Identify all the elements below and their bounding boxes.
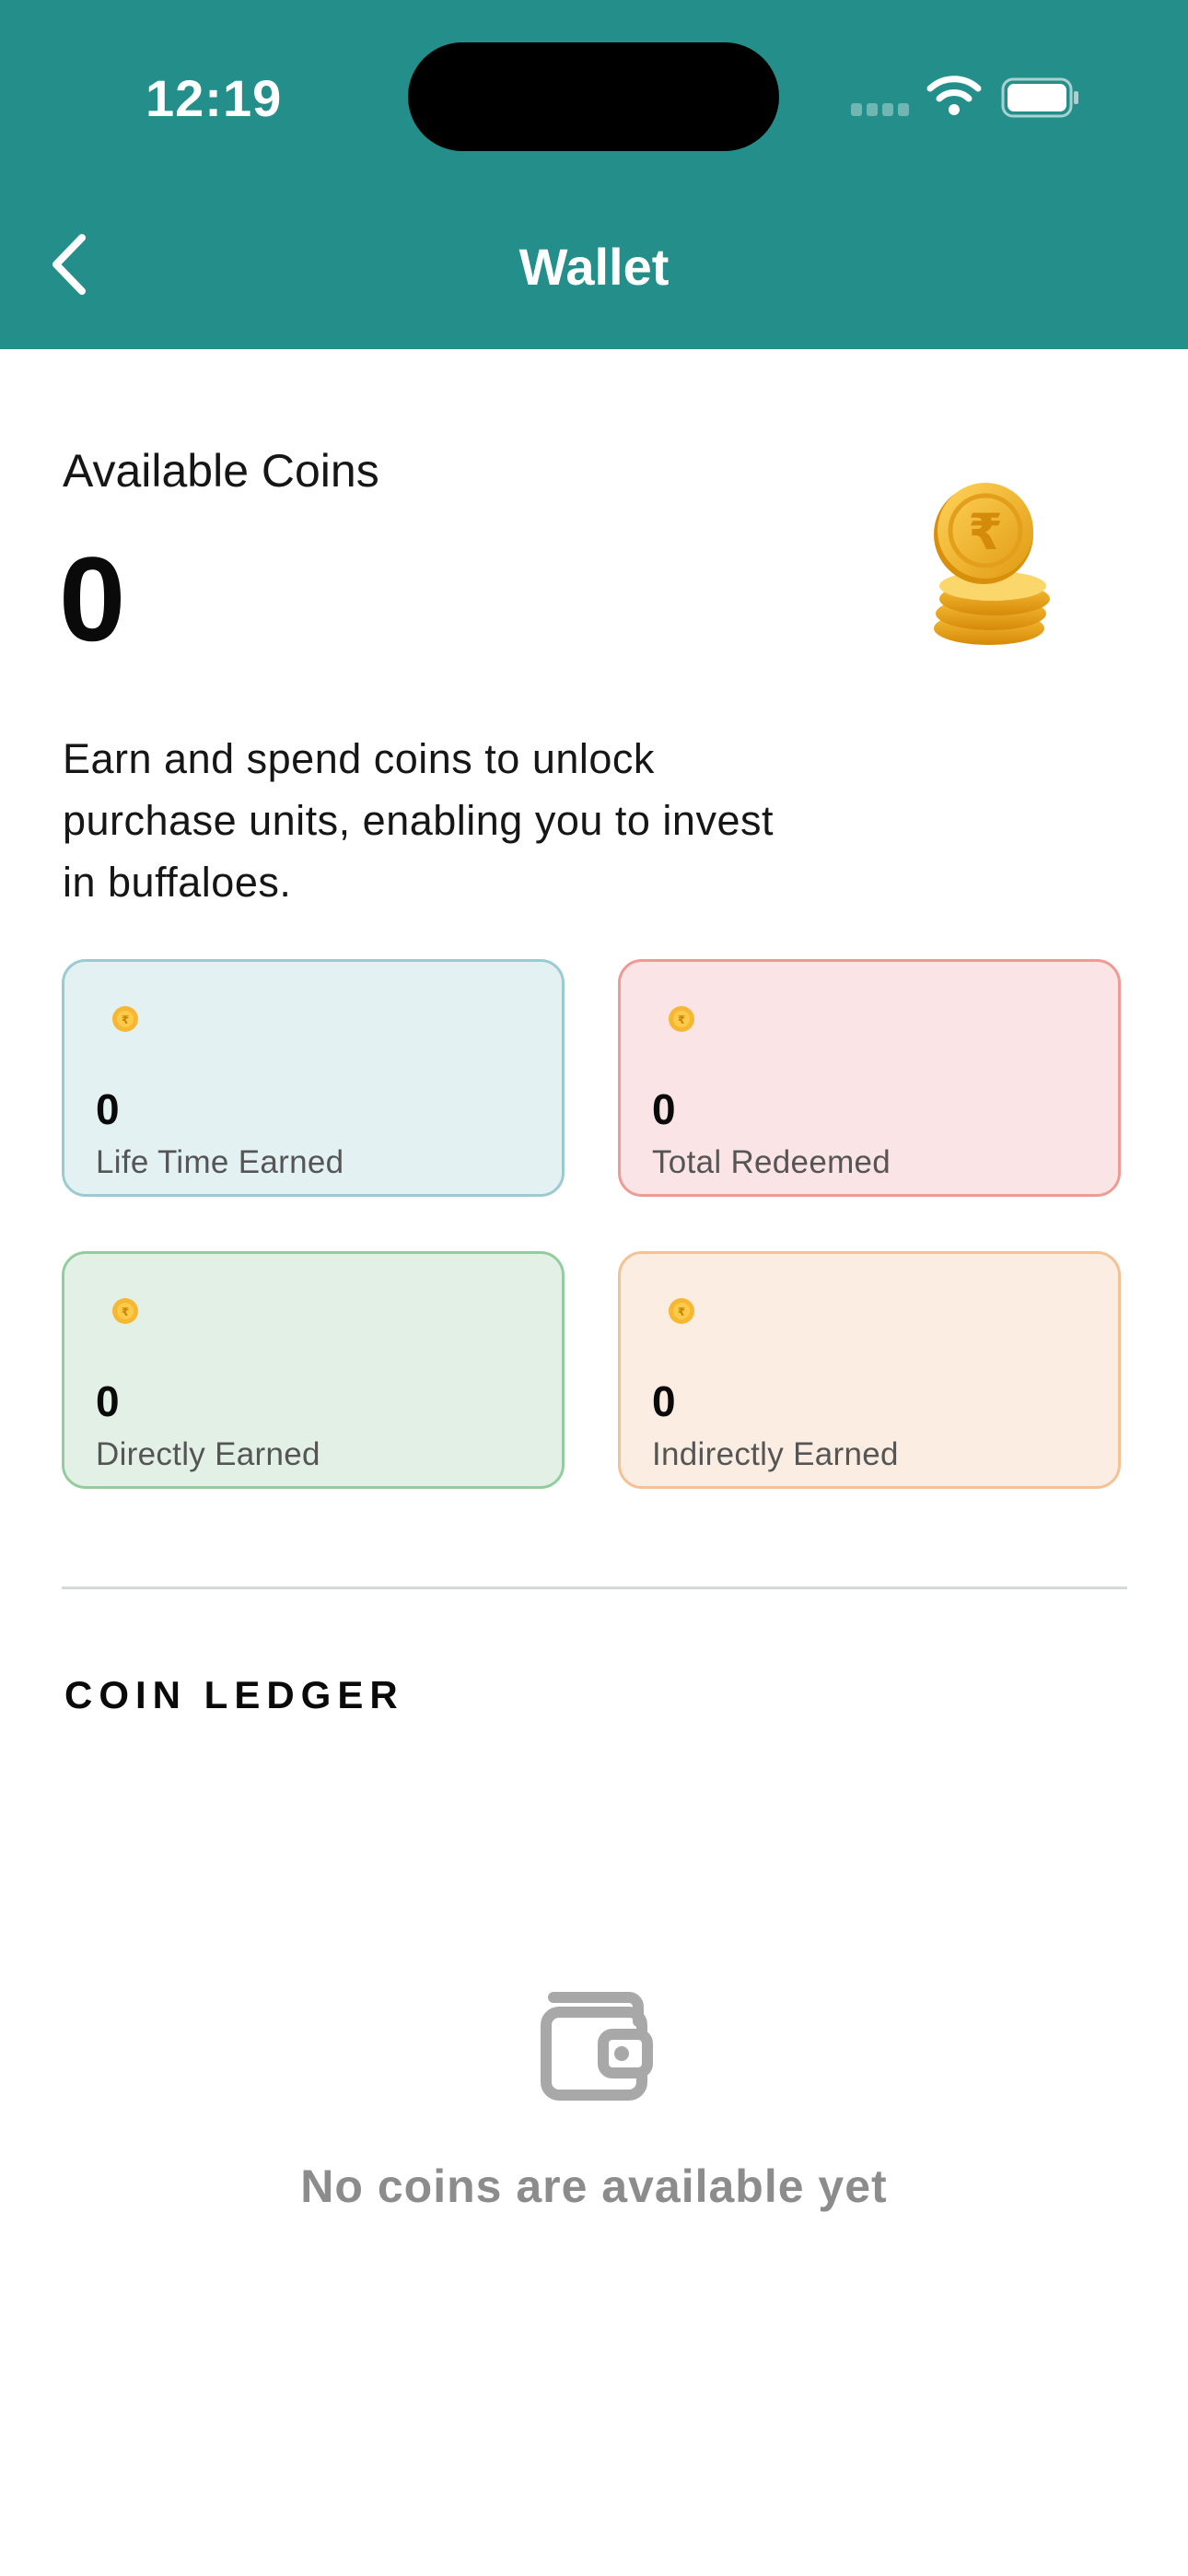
wallet-icon <box>541 1992 653 2101</box>
wallet-description: Earn and spend coins to unlock purchase … <box>63 728 855 913</box>
empty-ledger-message: No coins are available yet <box>300 2160 888 2212</box>
description-line: purchase units, enabling you to invest <box>63 797 774 844</box>
coin-stack-icon: ₹ <box>934 483 1050 645</box>
stat-value: 0 <box>96 1085 120 1133</box>
stat-value: 0 <box>652 1085 676 1133</box>
section-divider <box>62 1587 1127 1589</box>
coin-ledger-heading: COIN LEDGER <box>64 1673 404 1716</box>
stat-label: Life Time Earned <box>96 1144 344 1180</box>
svg-text:₹: ₹ <box>678 1306 685 1318</box>
stat-value: 0 <box>96 1377 120 1425</box>
stat-label: Directly Earned <box>96 1436 320 1472</box>
description-line: Earn and spend coins to unlock <box>63 735 655 782</box>
battery-icon <box>1001 77 1078 118</box>
app-header: 12:19 Wallet <box>0 0 1188 349</box>
dynamic-island <box>408 42 779 151</box>
stat-card-indirectly-earned: ₹ 0 Indirectly Earned <box>618 1251 1121 1489</box>
available-coins-value: 0 <box>59 532 126 666</box>
page-title: Wallet <box>518 238 670 296</box>
svg-text:₹: ₹ <box>968 503 1003 561</box>
coin-icon: ₹ <box>669 1298 694 1324</box>
svg-text:₹: ₹ <box>678 1013 685 1026</box>
coin-icon: ₹ <box>669 1006 694 1032</box>
cellular-signal-icon <box>851 103 910 116</box>
stat-value: 0 <box>652 1377 676 1425</box>
svg-text:₹: ₹ <box>122 1306 129 1318</box>
svg-text:₹: ₹ <box>122 1013 129 1026</box>
stat-card-total-redeemed: ₹ 0 Total Redeemed <box>618 959 1121 1197</box>
stat-card-lifetime-earned: ₹ 0 Life Time Earned <box>62 959 565 1197</box>
wifi-icon <box>926 76 982 115</box>
stat-label: Total Redeemed <box>652 1144 891 1180</box>
coin-icon: ₹ <box>112 1298 138 1324</box>
coin-icon: ₹ <box>112 1006 138 1032</box>
available-coins-label: Available Coins <box>63 445 379 497</box>
stat-card-directly-earned: ₹ 0 Directly Earned <box>62 1251 565 1489</box>
status-time: 12:19 <box>146 69 283 127</box>
description-line: in buffaloes. <box>63 859 292 906</box>
stat-label: Indirectly Earned <box>652 1436 899 1472</box>
